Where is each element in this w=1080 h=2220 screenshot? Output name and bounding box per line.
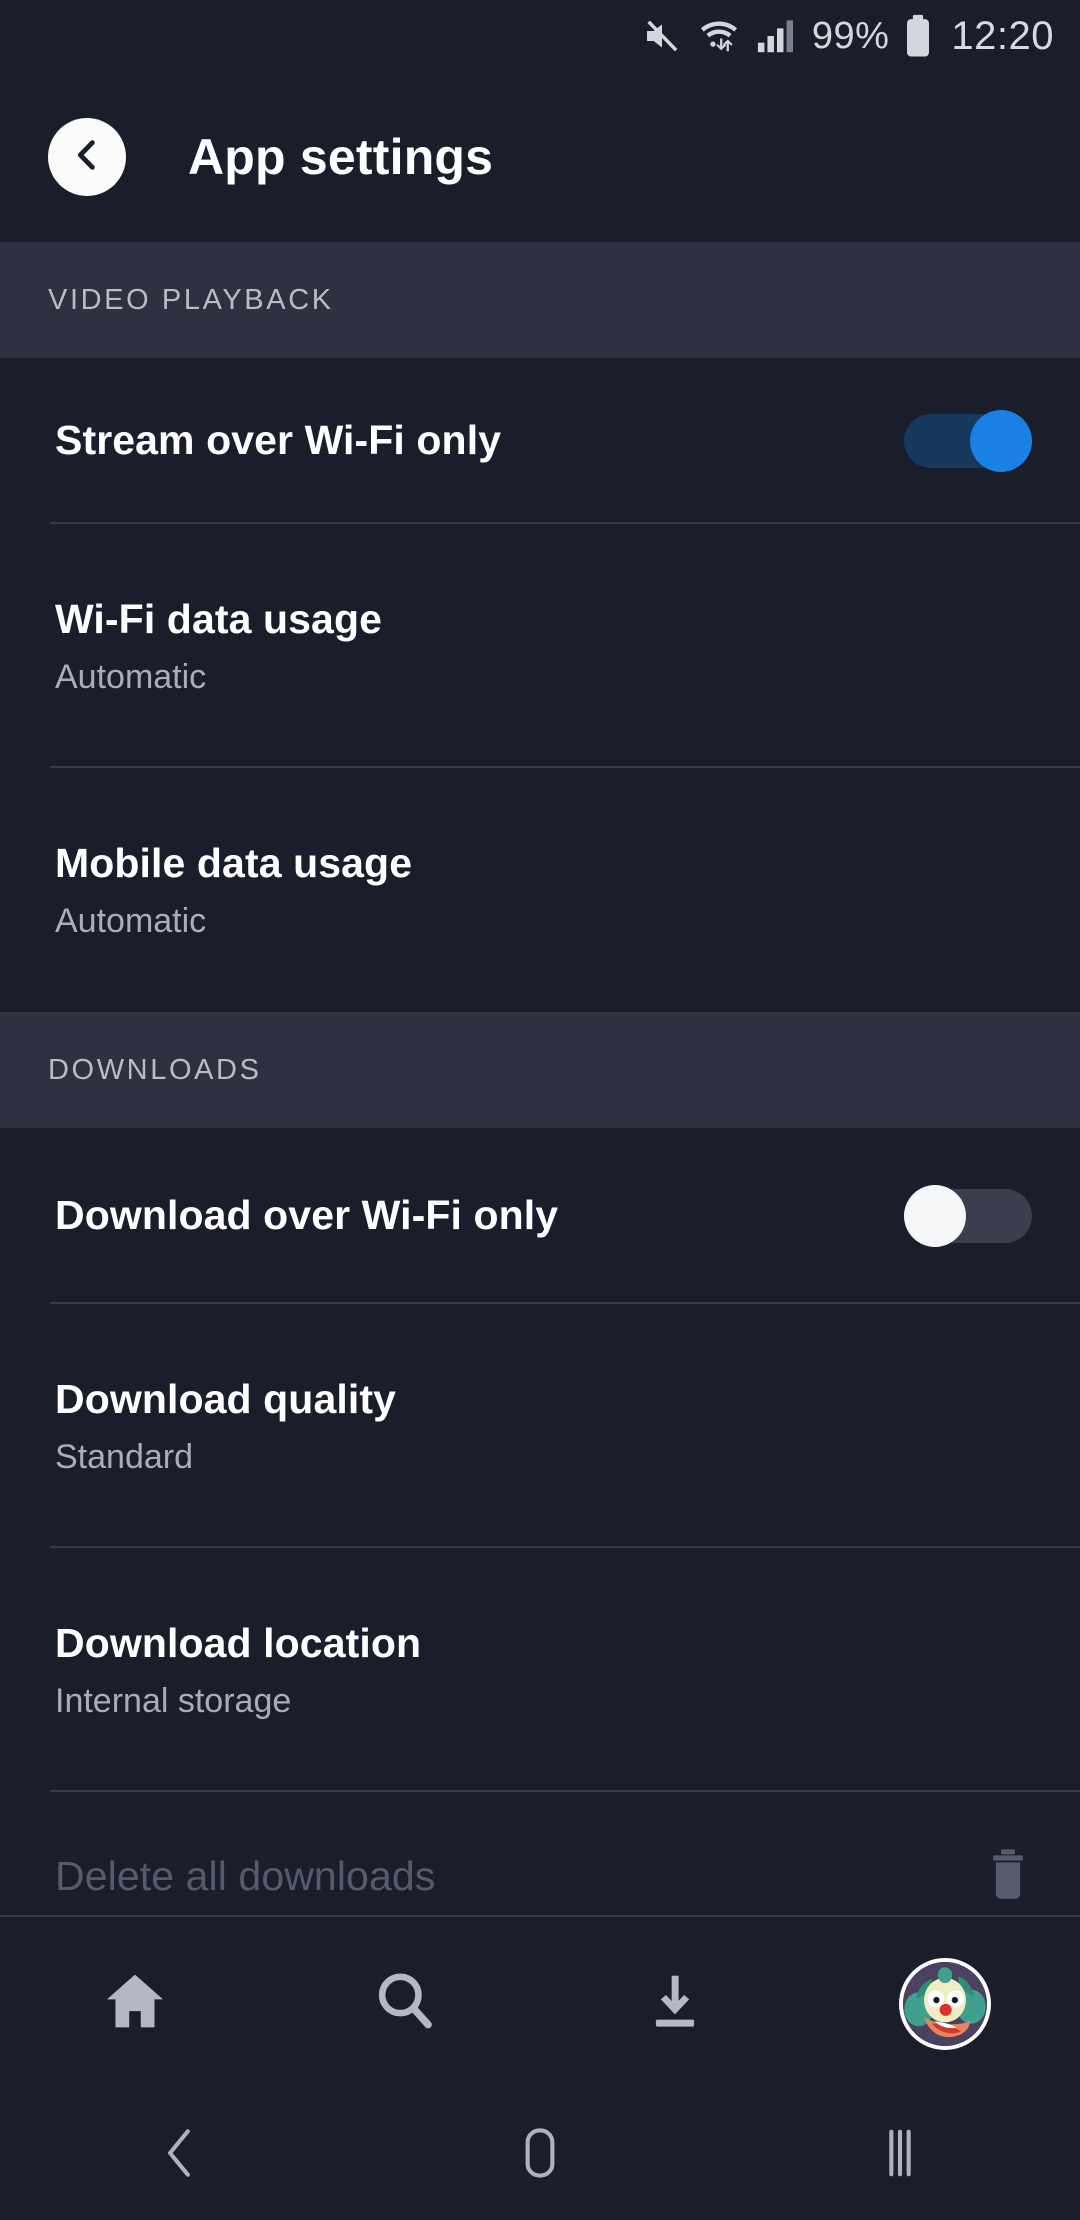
status-bar-clock: 12:20 (951, 13, 1054, 58)
system-home-icon (514, 2124, 566, 2187)
row-subtitle: Automatic (55, 657, 207, 696)
row-stream-over-wifi-only[interactable]: Stream over Wi-Fi only (0, 358, 1080, 524)
system-back-button[interactable] (0, 2090, 360, 2220)
system-navigation-bar (0, 2090, 1080, 2220)
row-title: Download location (55, 1619, 422, 1666)
row-title: Wi-Fi data usage (55, 595, 382, 642)
row-subtitle: Automatic (55, 901, 207, 940)
search-icon (372, 1968, 438, 2039)
row-download-location[interactable]: Download location Internal storage (0, 1548, 1080, 1792)
status-bar: 99% 12:20 (0, 0, 1080, 72)
toggle-thumb (904, 1185, 966, 1247)
phone-screen: 99% 12:20 App settings VIDEO PLAYBACK St… (0, 0, 1080, 2220)
bottom-navigation-bar (0, 1915, 1080, 2090)
section-header-downloads: DOWNLOADS (0, 1012, 1080, 1128)
row-mobile-data-usage[interactable]: Mobile data usage Automatic (0, 768, 1080, 1012)
section-header-label: VIDEO PLAYBACK (48, 283, 334, 316)
row-subtitle: Internal storage (55, 1681, 292, 1720)
system-recents-icon (874, 2124, 926, 2187)
home-icon (102, 1968, 168, 2039)
system-home-button[interactable] (360, 2090, 720, 2220)
app-bar: App settings (0, 72, 1080, 242)
trash-icon (984, 1847, 1032, 1908)
download-icon (644, 1970, 706, 2037)
row-download-quality[interactable]: Download quality Standard (0, 1304, 1080, 1548)
chevron-left-icon (67, 135, 107, 180)
page-title: App settings (188, 129, 494, 185)
system-back-icon (154, 2124, 206, 2187)
nav-item-search[interactable] (270, 1917, 540, 2090)
nav-item-downloads[interactable] (540, 1917, 810, 2090)
system-recents-button[interactable] (720, 2090, 1080, 2220)
row-title: Mobile data usage (55, 839, 413, 886)
back-button[interactable] (48, 118, 126, 196)
row-download-over-wifi-only[interactable]: Download over Wi-Fi only (0, 1128, 1080, 1304)
section-header-video-playback: VIDEO PLAYBACK (0, 242, 1080, 358)
row-title: Download over Wi-Fi only (55, 1192, 559, 1239)
toggle-thumb (970, 410, 1032, 472)
downloads-list: Download over Wi-Fi only Download qualit… (0, 1128, 1080, 1962)
row-title: Download quality (55, 1375, 396, 1422)
battery-percent: 99% (811, 15, 890, 57)
row-subtitle: Standard (55, 1437, 193, 1476)
nav-item-home[interactable] (0, 1917, 270, 2090)
wifi-icon (696, 16, 742, 56)
toggle-download-over-wifi-only[interactable] (904, 1185, 1032, 1247)
battery-icon (903, 14, 933, 58)
row-title: Stream over Wi-Fi only (55, 417, 502, 464)
toggle-stream-over-wifi-only[interactable] (904, 410, 1032, 472)
row-wifi-data-usage[interactable]: Wi-Fi data usage Automatic (0, 524, 1080, 768)
profile-avatar (899, 1957, 991, 2050)
nav-item-profile[interactable] (810, 1917, 1080, 2090)
volume-mute-icon (642, 16, 682, 56)
row-title: Delete all downloads (55, 1853, 436, 1900)
section-header-label: DOWNLOADS (48, 1053, 262, 1086)
signal-icon (756, 16, 798, 56)
video-playback-list: Stream over Wi-Fi only Wi-Fi data usage … (0, 358, 1080, 1012)
